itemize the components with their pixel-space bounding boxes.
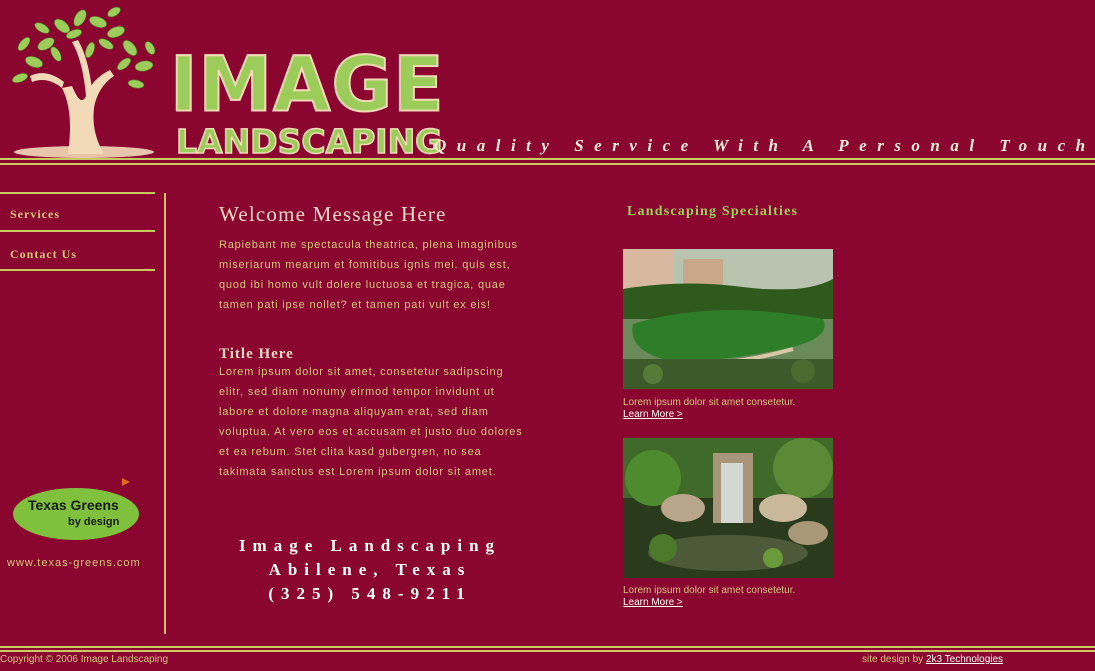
contact-phone: (325) 548-9211 <box>268 584 472 603</box>
tree-logo-icon <box>12 6 156 158</box>
sidebar-vertical-rule <box>164 193 166 634</box>
flag-icon <box>122 478 130 486</box>
specialty-caption-1: Lorem ipsum dolor sit amet consetetur. <box>623 397 796 408</box>
contact-name: Image Landscaping <box>238 536 502 555</box>
logo-image-wordmark: IMAGE <box>169 41 445 129</box>
sidebar-divider <box>0 230 155 232</box>
copyright: Copyright © 2006 Image Landscaping <box>0 654 169 665</box>
putting-green-photo <box>623 249 833 389</box>
learn-more-link-2[interactable]: Learn More > <box>623 597 683 608</box>
tagline: Quality Service With A Personal Touch! <box>434 136 1095 155</box>
welcome-text: Rapiebant me spectacula theatrica, plena… <box>219 239 518 311</box>
sidebar-divider <box>0 269 155 271</box>
partner-url[interactable]: www.texas-greens.com <box>7 557 141 569</box>
logo-landscaping-wordmark: LANDSCAPING <box>175 122 443 161</box>
header-divider-top <box>0 158 1095 160</box>
sidebar-divider <box>0 192 155 194</box>
specialty-caption-2: Lorem ipsum dolor sit amet consetetur. <box>623 585 796 596</box>
credit-prefix: site design by <box>862 654 924 665</box>
water-feature-photo <box>623 438 833 578</box>
welcome-title: Welcome Message Here <box>219 202 447 226</box>
texas-greens-logo[interactable]: Texas Greens by design <box>12 478 146 544</box>
specialties-title: Landscaping Specialties <box>627 204 799 219</box>
partner-logo-line2: by design <box>68 516 120 528</box>
sidebar-item-services[interactable]: Services <box>10 207 60 222</box>
contact-city: Abilene, Texas <box>268 560 472 579</box>
footer-divider-top <box>0 646 1095 648</box>
header-divider-bottom <box>0 163 1095 165</box>
credit-link[interactable]: 2k3 Technologies <box>926 654 1003 665</box>
section-text: Lorem ipsum dolor sit amet, consetetur s… <box>219 366 523 478</box>
site-credit: site design by 2k3 Technologies <box>862 654 1003 665</box>
section-title: Title Here <box>219 346 294 362</box>
footer-divider-bottom <box>0 650 1095 652</box>
sidebar-item-contact-us[interactable]: Contact Us <box>10 247 77 262</box>
partner-logo-line1: Texas Greens <box>28 497 119 513</box>
learn-more-link-1[interactable]: Learn More > <box>623 409 683 420</box>
